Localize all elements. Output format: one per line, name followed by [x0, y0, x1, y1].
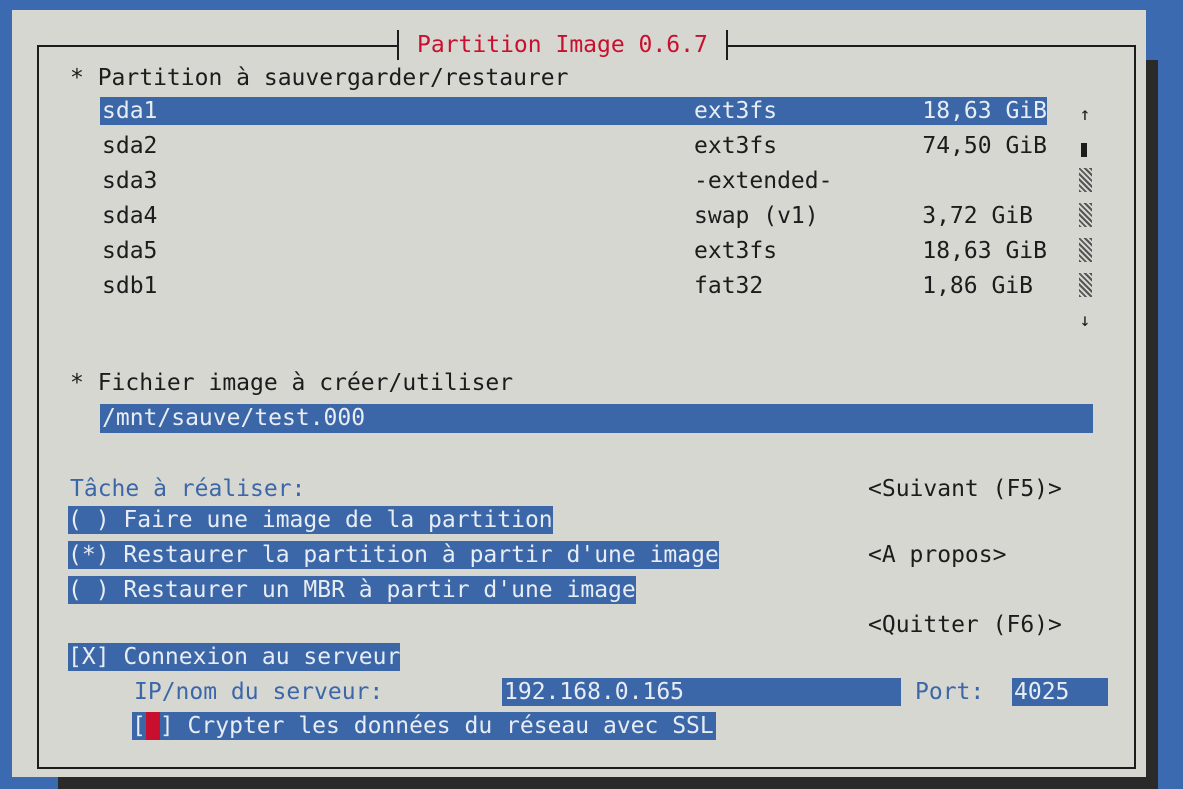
partition-name: sda1: [102, 98, 158, 124]
partition-size: 3,72 GiB: [922, 203, 1033, 229]
scroll-down-icon[interactable]: ↓: [1077, 307, 1093, 335]
dialog-title-box: Partition Image 0.6.7: [397, 30, 728, 60]
partition-row-sda2[interactable]: sda2 ext3fs 74,50 GiB: [100, 132, 1047, 160]
scroll-track: [1079, 203, 1092, 227]
server-port-label: Port:: [915, 679, 985, 705]
partition-fs: ext3fs: [694, 238, 778, 264]
partition-fs: ext3fs: [694, 98, 778, 124]
image-path-value: /mnt/sauve/test.000: [102, 405, 366, 431]
ssl-bracket-open: [: [132, 713, 146, 739]
partition-size: 18,63 GiB: [922, 238, 1047, 264]
partition-fs: fat32: [694, 273, 764, 299]
partition-size: 74,50 GiB: [922, 133, 1047, 159]
dialog-title: Partition Image 0.6.7: [417, 32, 708, 58]
ssl-label: ] Crypter les données du réseau avec SSL: [159, 713, 714, 739]
server-port-value: 4025: [1014, 679, 1070, 705]
partition-section-label: * Partition à sauvergarder/restaurer: [70, 65, 569, 91]
partition-fs: -extended-: [694, 168, 833, 194]
partition-name: sda5: [102, 238, 158, 264]
image-path-input[interactable]: /mnt/sauve/test.000: [100, 404, 1093, 433]
server-ip-input[interactable]: 192.168.0.165: [502, 678, 901, 706]
scroll-track: [1079, 238, 1092, 262]
scroll-track: [1079, 273, 1092, 297]
partition-fs: ext3fs: [694, 133, 778, 159]
server-connect-checkbox[interactable]: [X] Connexion au serveur: [68, 643, 401, 671]
partition-name: sdb1: [102, 273, 158, 299]
image-section-label: * Fichier image à créer/utiliser: [70, 370, 514, 396]
partition-name: sda4: [102, 203, 158, 229]
about-button[interactable]: <A propos>: [868, 541, 1006, 569]
quit-button[interactable]: <Quitter (F6)>: [868, 611, 1062, 639]
text-cursor: [145, 712, 160, 740]
partition-row-sda3[interactable]: sda3 -extended-: [100, 167, 1047, 195]
partition-size: 18,63 GiB: [922, 98, 1047, 124]
next-button[interactable]: <Suivant (F5)>: [868, 475, 1062, 503]
partition-size: 1,86 GiB: [922, 273, 1033, 299]
partition-row-sdb1[interactable]: sdb1 fat32 1,86 GiB: [100, 272, 1047, 300]
partition-row-sda4[interactable]: sda4 swap (v1) 3,72 GiB: [100, 202, 1047, 230]
task-section-label: Tâche à réaliser:: [70, 476, 306, 502]
partition-name: sda2: [102, 133, 158, 159]
server-ip-label: IP/nom du serveur:: [134, 679, 384, 705]
server-port-input[interactable]: 4025: [1012, 678, 1108, 706]
partition-name: sda3: [102, 168, 158, 194]
server-ip-value: 192.168.0.165: [504, 679, 685, 705]
task-option-restore-partition[interactable]: (*) Restaurer la partition à partir d'un…: [68, 541, 719, 569]
scroll-track: [1079, 168, 1092, 192]
partition-row-sda5[interactable]: sda5 ext3fs 18,63 GiB: [100, 237, 1047, 265]
task-option-backup[interactable]: ( ) Faire une image de la partition: [68, 506, 553, 534]
partition-fs: swap (v1): [694, 203, 819, 229]
partition-row-sda1[interactable]: sda1 ext3fs 18,63 GiB: [100, 97, 1047, 125]
scroll-up-icon[interactable]: ↑: [1077, 101, 1093, 129]
ssl-checkbox[interactable]: [ ] Crypter les données du réseau avec SS…: [132, 712, 716, 740]
task-option-restore-mbr[interactable]: ( ) Restaurer un MBR à partir d'une imag…: [68, 576, 636, 604]
scroll-thumb[interactable]: [1081, 143, 1087, 157]
